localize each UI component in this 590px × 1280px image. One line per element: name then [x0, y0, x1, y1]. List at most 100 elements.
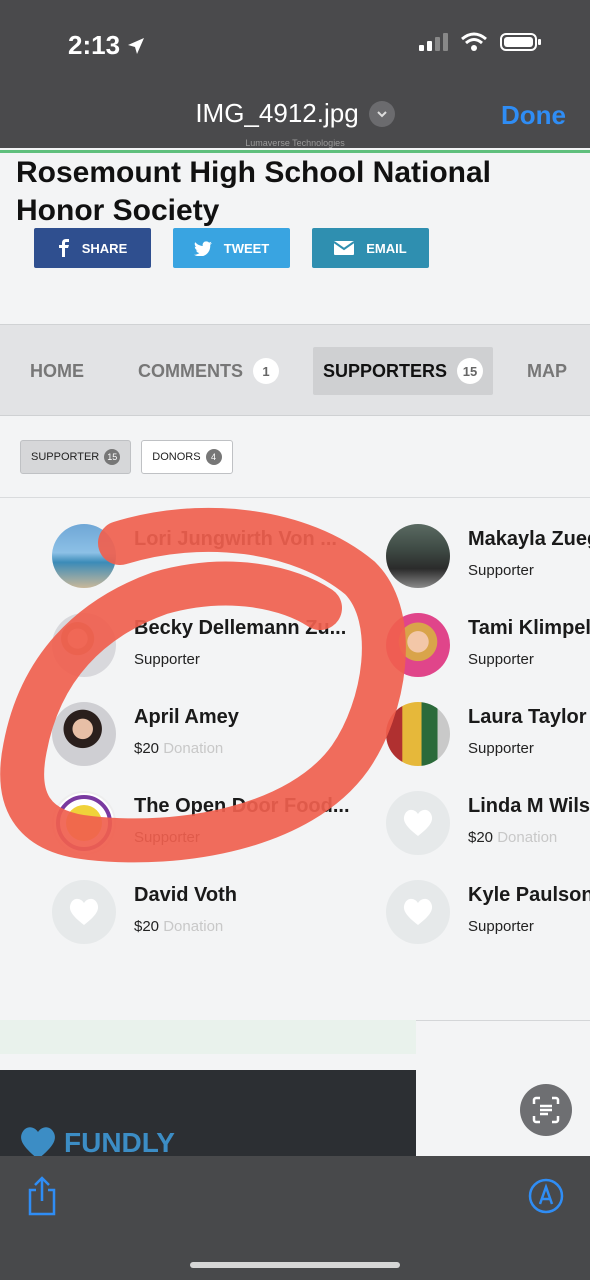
donation-label: Donation	[163, 918, 224, 935]
role-label: Supporter	[468, 651, 534, 668]
tweet-button[interactable]: TWEET	[173, 228, 290, 268]
tab-map[interactable]: MAP	[527, 347, 567, 395]
supporter-name: Lori Jungwirth Von ...	[134, 528, 337, 550]
campaign-tabs: HOME COMMENTS 1 SUPPORTERS 15 MAP	[0, 324, 590, 416]
chevron-down-icon[interactable]	[368, 100, 395, 127]
role-label: Supporter	[468, 740, 534, 757]
file-name[interactable]: IMG_4912.jpg	[195, 98, 358, 129]
supporter-donation: $20 Donation	[468, 829, 557, 846]
role-label: Supporter	[134, 829, 200, 846]
status-time: 2:13	[68, 30, 146, 61]
done-button[interactable]: Done	[501, 100, 566, 131]
filter-supporter-label: SUPPORTER	[31, 451, 100, 463]
avatar	[52, 702, 116, 766]
share-button[interactable]	[26, 1176, 58, 1221]
heart-placeholder-icon	[386, 791, 450, 855]
supporter-item[interactable]: Makayla Zuege Supporter	[386, 524, 590, 594]
supporter-name: Becky Dellemann Zu...	[134, 617, 347, 639]
supporter-item[interactable]: The Open Door Food... Supporter	[52, 791, 352, 861]
supporter-item[interactable]: Kyle Paulson Supporter	[386, 880, 590, 950]
role-label: Supporter	[134, 651, 200, 668]
avatar	[52, 613, 116, 677]
supporter-name: April Amey	[134, 706, 239, 728]
tab-map-label: MAP	[527, 360, 567, 381]
time-label: 2:13	[68, 30, 121, 60]
page-title: Rosemount High School National Honor Soc…	[16, 156, 492, 227]
live-text-button[interactable]	[520, 1084, 572, 1136]
supporter-item[interactable]: David Voth $20 Donation	[52, 880, 352, 950]
tab-home[interactable]: HOME	[30, 347, 84, 395]
facebook-share-button[interactable]: SHARE	[34, 228, 151, 268]
filter-supporter-button[interactable]: SUPPORTER 15	[20, 440, 132, 474]
list-divider	[0, 497, 590, 498]
supporter-name: Tami Klimpel	[468, 617, 590, 639]
avatar	[52, 524, 116, 588]
email-icon	[334, 241, 355, 255]
tab-supporters-label: SUPPORTERS	[323, 360, 448, 381]
role-label: Supporter	[468, 918, 534, 935]
live-text-icon	[532, 1096, 560, 1124]
tab-home-label: HOME	[30, 360, 84, 381]
viewer-header: IMG_4912.jpg Done Lumaverse Technologies	[0, 88, 590, 148]
heart-placeholder-icon	[52, 880, 116, 944]
supporter-role: Supporter	[468, 651, 534, 668]
supporter-name: Linda M Wilson	[468, 795, 590, 817]
supporter-name: The Open Door Food...	[134, 795, 350, 817]
footer-strip	[0, 1020, 416, 1054]
donation-amount: $20	[134, 918, 160, 935]
supporter-item[interactable]: Tami Klimpel Supporter	[386, 613, 590, 683]
filter-donors-button[interactable]: DONORS 4	[141, 440, 233, 474]
supporters-count-badge: 15	[457, 358, 484, 384]
donation-label: Donation	[497, 829, 558, 846]
twitter-icon	[193, 240, 212, 256]
tab-comments-label: COMMENTS	[138, 360, 243, 381]
supporter-name: Laura Taylor K	[468, 706, 590, 728]
fundly-logo-text: FUNDLY	[64, 1127, 175, 1158]
facebook-icon	[58, 239, 69, 257]
filter-supporter-count: 15	[104, 449, 121, 465]
role-label: Supporter	[468, 562, 534, 579]
battery-icon	[500, 33, 541, 51]
share-label: SHARE	[81, 240, 128, 256]
markup-icon	[528, 1178, 564, 1214]
avatar	[386, 613, 450, 677]
supporter-name: Kyle Paulson	[468, 884, 590, 906]
supporter-role: Supporter	[468, 918, 534, 935]
supporter-donation: $20 Donation	[134, 918, 223, 935]
supporter-item[interactable]: Laura Taylor K Supporter	[386, 702, 590, 772]
open-door-logo	[56, 795, 112, 851]
home-indicator	[190, 1262, 400, 1268]
tab-supporters[interactable]: SUPPORTERS 15	[313, 347, 494, 395]
supporter-item[interactable]: Linda M Wilson $20 Donation	[386, 791, 590, 861]
comments-count-badge: 1	[253, 358, 279, 384]
avatar	[386, 524, 450, 588]
supporter-donation: $20 Donation	[134, 740, 223, 757]
markup-button[interactable]	[528, 1178, 564, 1219]
email-label: EMAIL	[366, 240, 407, 256]
wifi-icon	[461, 32, 487, 51]
supporter-role: Supporter	[134, 829, 200, 846]
tab-comments[interactable]: COMMENTS 1	[138, 347, 279, 395]
share-icon	[28, 1176, 56, 1216]
avatar	[52, 791, 116, 855]
donation-amount: $20	[468, 829, 494, 846]
filter-donors-label: DONORS	[152, 451, 201, 463]
avatar	[386, 702, 450, 766]
heart-placeholder-icon	[386, 880, 450, 944]
filter-donors-count: 4	[205, 449, 222, 465]
signal-icon	[419, 33, 448, 51]
tweet-label: TWEET	[223, 240, 270, 256]
supporter-item[interactable]: Lori Jungwirth Von ...	[52, 524, 352, 594]
supporter-item[interactable]: Becky Dellemann Zu... Supporter	[52, 613, 352, 683]
email-button[interactable]: EMAIL	[312, 228, 429, 268]
supporter-name: Makayla Zuege	[468, 528, 590, 550]
supporter-role: Supporter	[134, 651, 200, 668]
supporter-name: David Voth	[134, 884, 237, 906]
supporter-filters: SUPPORTER 15 DONORS 4	[20, 440, 233, 474]
supporter-item[interactable]: April Amey $20 Donation	[52, 702, 352, 772]
location-arrow-icon	[128, 37, 145, 54]
image-caption: Lumaverse Technologies	[245, 138, 345, 148]
share-buttons: SHARE TWEET EMAIL	[34, 228, 429, 268]
donation-label: Donation	[163, 740, 224, 757]
donation-amount: $20	[134, 740, 160, 757]
